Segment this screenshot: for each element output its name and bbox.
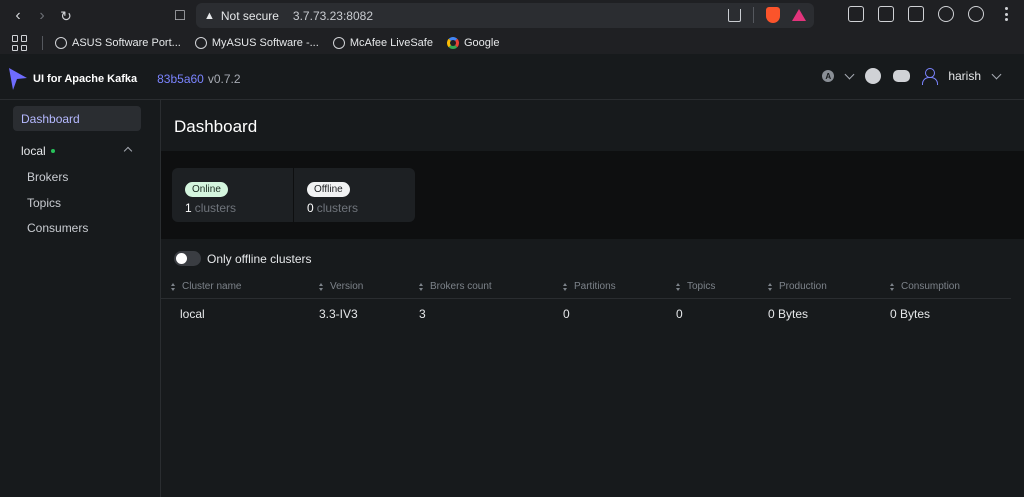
user-icon[interactable] [922, 68, 939, 85]
bookmark-item[interactable]: MyASUS Software -... [194, 37, 319, 49]
offline-unit: clusters [316, 201, 359, 215]
version-hash-link[interactable]: 83b5a60 [157, 72, 204, 86]
offline-count: 0 [307, 201, 314, 215]
divider [42, 36, 43, 50]
table-row[interactable]: local 3.3-IV3 3 0 0 0 Bytes 0 Bytes [161, 300, 1011, 328]
main-content: Dashboard Online 1 clusters Offline 0 clus… [161, 100, 1024, 497]
column-header-consumption[interactable]: Consumption [890, 281, 960, 292]
online-unit: clusters [194, 201, 237, 215]
offline-clusters-card: Offline 0 clusters [294, 168, 415, 222]
discord-icon[interactable] [893, 70, 911, 82]
bookmark-item[interactable]: ASUS Software Port... [55, 37, 181, 49]
offline-clusters-toggle[interactable] [174, 251, 201, 266]
sort-icon [676, 282, 681, 291]
sidebar-item-brokers[interactable]: Brokers [27, 170, 68, 184]
sort-icon [890, 282, 895, 291]
sort-icon [768, 282, 773, 291]
sidebar-item-topics[interactable]: Topics [27, 196, 61, 210]
share-icon[interactable] [728, 8, 741, 22]
bookmarks-bar: ASUS Software Port... MyASUS Software -.… [0, 32, 1024, 54]
status-dot-icon [50, 149, 55, 153]
column-header-cluster-name[interactable]: Cluster name [171, 281, 241, 292]
page-title: Dashboard [174, 117, 258, 136]
version-label: v0.7.2 [207, 71, 241, 86]
not-secure-label: Not secure [220, 8, 279, 23]
cluster-name: local [21, 144, 46, 158]
forward-icon[interactable]: › [30, 4, 54, 28]
chevron-down-icon[interactable] [844, 69, 855, 79]
globe-icon [194, 37, 207, 49]
github-icon[interactable] [865, 68, 882, 84]
chevron-up-icon[interactable] [123, 146, 133, 156]
cell-topics: 0 [676, 307, 683, 321]
kafka-ui-logo-icon[interactable] [9, 67, 27, 90]
apps-icon[interactable] [12, 35, 28, 51]
reload-icon[interactable]: ↻ [54, 4, 78, 28]
online-clusters-card: Online 1 clusters [172, 168, 293, 222]
warning-icon: ▲ [204, 9, 215, 22]
google-icon [446, 37, 459, 49]
column-header-topics[interactable]: Topics [676, 281, 715, 292]
bookmark-item[interactable]: McAfee LiveSafe [332, 37, 433, 49]
brave-shield-icon[interactable] [766, 7, 780, 23]
cell-consumption: 0 Bytes [890, 307, 931, 321]
brave-rewards-icon[interactable] [792, 9, 806, 21]
wallet-icon[interactable] [908, 6, 924, 22]
offline-badge: Offline [307, 182, 350, 197]
sidebar-icon[interactable] [878, 6, 894, 22]
column-header-version[interactable]: Version [319, 281, 363, 292]
bookmark-item[interactable]: Google [446, 37, 499, 49]
globe-icon [332, 37, 345, 49]
online-badge: Online [185, 182, 228, 197]
extensions-icon[interactable] [848, 6, 864, 22]
clusters-table-header: Cluster name Version Brokers count Parti… [161, 275, 1011, 299]
sort-icon [171, 282, 176, 291]
sidebar-item-consumers[interactable]: Consumers [27, 221, 88, 235]
cell-version: 3.3-IV3 [319, 307, 358, 321]
sidebar: Dashboard local Brokers Topics Consumers [0, 100, 161, 497]
leo-icon[interactable] [938, 6, 954, 22]
metrics-panel: Online 1 clusters Offline 0 clusters [161, 151, 1024, 239]
column-header-brokers-count[interactable]: Brokers count [419, 281, 492, 292]
sidebar-item-cluster[interactable]: local [13, 140, 141, 162]
cell-brokers-count: 3 [419, 307, 426, 321]
menu-icon[interactable] [998, 6, 1014, 22]
globe-icon [55, 37, 67, 49]
back-icon[interactable]: ‹ [6, 4, 30, 28]
browser-toolbar: ‹ › ↻ □ ▲ Not secure 3.7.73.23:8082 [0, 0, 1024, 32]
sidebar-item-dashboard[interactable]: Dashboard [13, 106, 141, 131]
sort-icon [319, 282, 324, 291]
cell-production: 0 Bytes [768, 307, 809, 321]
vpn-icon[interactable] [968, 6, 984, 22]
address-bar[interactable]: ▲ Not secure 3.7.73.23:8082 [196, 3, 814, 28]
user-menu[interactable]: harish [948, 69, 981, 83]
toggle-label: Only offline clusters [207, 252, 312, 266]
url-text[interactable]: 3.7.73.23:8082 [293, 9, 373, 23]
app-logo-text[interactable]: UI for Apache Kafka [33, 73, 137, 85]
divider [753, 7, 754, 23]
cell-cluster-name[interactable]: local [180, 307, 205, 321]
cell-partitions: 0 [563, 307, 570, 321]
sort-icon [563, 282, 568, 291]
theme-icon[interactable]: A [822, 70, 835, 82]
sort-icon [419, 282, 424, 291]
column-header-partitions[interactable]: Partitions [563, 281, 616, 292]
toggle-knob [176, 253, 187, 264]
online-count: 1 [185, 201, 192, 215]
column-header-production[interactable]: Production [768, 281, 827, 292]
bookmark-icon[interactable]: □ [168, 4, 192, 28]
chevron-down-icon[interactable] [991, 69, 1002, 79]
app-header: UI for Apache Kafka 83b5a60 v0.7.2 A har… [0, 58, 1024, 100]
